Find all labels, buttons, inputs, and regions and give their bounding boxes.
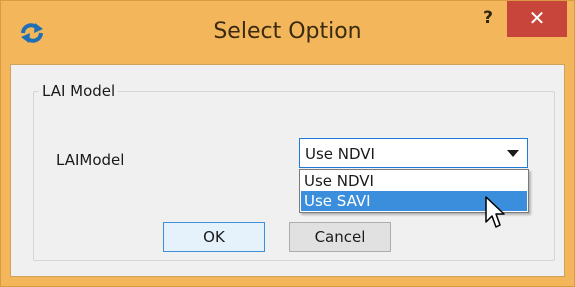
ok-button[interactable]: OK — [163, 222, 265, 252]
help-button[interactable]: ? — [475, 7, 501, 33]
help-icon: ? — [483, 8, 493, 28]
mouse-pointer-icon — [485, 196, 505, 228]
close-button[interactable]: ✕ — [507, 1, 567, 37]
cancel-button[interactable]: Cancel — [289, 222, 391, 252]
chevron-down-icon[interactable] — [507, 150, 519, 157]
lai-model-combobox[interactable]: Use NDVI — [299, 138, 528, 168]
lai-model-label: LAIModel — [56, 151, 125, 169]
dialog-body: LAI Model LAIModel Use NDVI Use NDVI Use… — [10, 64, 565, 277]
dialog-window: Select Option ? ✕ LAI Model LAIModel Use… — [0, 0, 575, 287]
dropdown-option-ndvi[interactable]: Use NDVI — [301, 171, 527, 191]
title-bar[interactable]: Select Option ? ✕ — [1, 1, 574, 63]
close-icon: ✕ — [528, 6, 546, 30]
groupbox-legend: LAI Model — [39, 82, 119, 100]
combobox-value: Use NDVI — [305, 145, 375, 163]
